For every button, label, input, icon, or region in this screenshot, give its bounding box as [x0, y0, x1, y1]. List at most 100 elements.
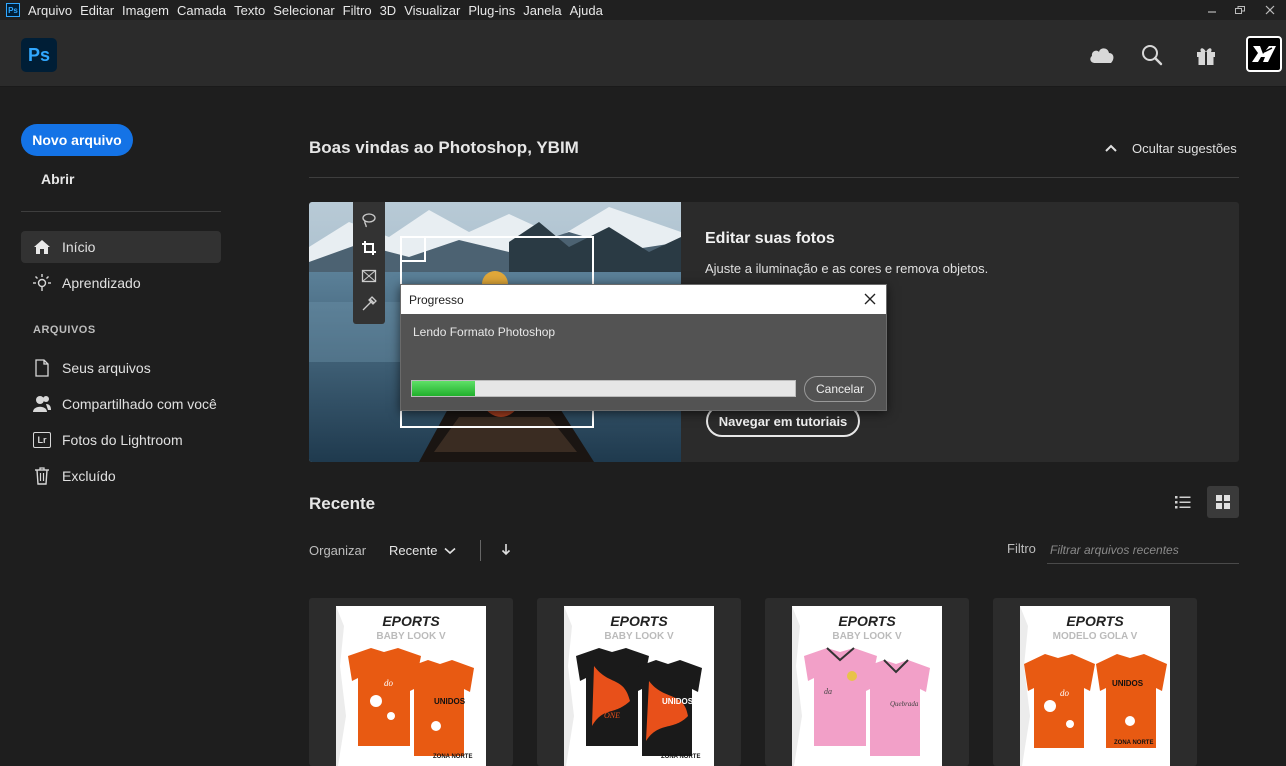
dialog-title-bar: Progresso: [401, 285, 886, 314]
lightbulb-icon: [32, 273, 52, 293]
toolbar-separator: [480, 540, 481, 561]
sidebar-item-label: Fotos do Lightroom: [62, 432, 183, 448]
sort-dropdown-value: Recente: [389, 543, 438, 558]
sidebar-item-home[interactable]: Início: [21, 231, 221, 263]
tool-strip: [353, 202, 385, 324]
list-view-button[interactable]: [1167, 486, 1199, 518]
recent-file-thumbnail[interactable]: EPORTS BABY LOOK V ONE UNIDOS ZONA NORTE: [537, 598, 741, 766]
filter-input[interactable]: [1047, 537, 1239, 564]
sidebar-item-label: Início: [62, 239, 96, 255]
dialog-message: Lendo Formato Photoshop: [413, 325, 556, 339]
grid-view-icon: [1216, 495, 1230, 509]
sidebar-item-deleted[interactable]: Excluído: [21, 460, 221, 492]
thumbnail-subtitle: MODELO GOLA V: [1053, 631, 1138, 642]
crop-tool-icon: [359, 238, 379, 258]
progress-dialog: Progresso Lendo Formato Photoshop Cancel…: [400, 284, 887, 411]
sidebar-item-your-files[interactable]: Seus arquivos: [21, 352, 221, 384]
menu-arquivo[interactable]: Arquivo: [28, 3, 72, 18]
sort-direction-button[interactable]: [498, 541, 514, 559]
dialog-title: Progresso: [409, 293, 464, 307]
search-icon[interactable]: [1139, 42, 1165, 68]
progress-bar: [411, 380, 796, 397]
photoshop-logo[interactable]: Ps: [21, 38, 57, 72]
restore-icon: [1235, 6, 1245, 14]
hide-suggestions-label: Ocultar sugestões: [1132, 140, 1237, 156]
main-divider: [309, 177, 1239, 178]
arrow-down-icon: [501, 544, 511, 556]
gift-icon[interactable]: [1193, 42, 1219, 68]
sidebar-item-label: Compartilhado com você: [62, 396, 217, 412]
menu-bar: Ps Arquivo Editar Imagem Camada Texto Se…: [0, 0, 1286, 20]
sidebar-item-learn[interactable]: Aprendizado: [21, 267, 221, 299]
svg-text:ONE: ONE: [604, 711, 620, 720]
sidebar-item-lightroom[interactable]: Lr Fotos do Lightroom: [21, 424, 221, 456]
hide-suggestions-button[interactable]: Ocultar sugestões: [1104, 138, 1237, 158]
thumbnail-image: EPORTS BABY LOOK V do UNIDOS ZONA NORTE: [336, 606, 486, 766]
close-icon: [1265, 5, 1275, 15]
menu-editar[interactable]: Editar: [80, 3, 114, 18]
svg-text:do: do: [384, 678, 394, 688]
svg-text:da: da: [824, 687, 832, 696]
menu-3d[interactable]: 3D: [380, 3, 397, 18]
grid-view-button[interactable]: [1207, 486, 1239, 518]
recent-file-thumbnail[interactable]: EPORTS BABY LOOK V da Quebrada: [765, 598, 969, 766]
thumbnail-subtitle: BABY LOOK V: [376, 631, 446, 642]
eyedropper-tool-icon: [359, 294, 379, 314]
organize-label: Organizar: [309, 543, 367, 558]
menu-visualizar[interactable]: Visualizar: [404, 3, 460, 18]
thumbnail-title: EPORTS: [382, 613, 440, 629]
file-icon: [32, 358, 52, 378]
menu-texto[interactable]: Texto: [234, 3, 265, 18]
app-header: Ps: [0, 20, 1286, 87]
menu-ajuda[interactable]: Ajuda: [570, 3, 603, 18]
thumbnail-title: EPORTS: [1066, 613, 1124, 629]
svg-text:ZONA NORTE: ZONA NORTE: [661, 754, 700, 760]
filter-label: Filtro: [1007, 541, 1036, 556]
thumbnail-subtitle: BABY LOOK V: [832, 631, 902, 642]
photoshop-app-icon: Ps: [6, 3, 20, 17]
recent-file-thumbnail[interactable]: EPORTS MODELO GOLA V do UNIDOS ZONA NORT…: [993, 598, 1197, 766]
sort-dropdown[interactable]: Recente: [389, 543, 456, 558]
minimize-window-button[interactable]: [1198, 0, 1226, 20]
user-avatar[interactable]: [1246, 36, 1282, 72]
welcome-title: Boas vindas ao Photoshop, YBIM: [309, 138, 579, 157]
dialog-close-button[interactable]: [862, 291, 878, 307]
svg-text:ZONA NORTE: ZONA NORTE: [433, 754, 472, 760]
svg-text:do: do: [1060, 688, 1070, 698]
thumbnail-title: EPORTS: [610, 613, 668, 629]
thumbnail-title: EPORTS: [838, 613, 896, 629]
svg-text:UNIDOS: UNIDOS: [434, 697, 466, 706]
thumbnail-subtitle: BABY LOOK V: [604, 631, 674, 642]
recent-file-thumbnail[interactable]: EPORTS BABY LOOK V do UNIDOS ZONA NORTE: [309, 598, 513, 766]
cancel-button[interactable]: Cancelar: [804, 376, 876, 402]
svg-text:UNIDOS: UNIDOS: [1112, 679, 1144, 688]
close-window-button[interactable]: [1256, 0, 1284, 20]
menu-imagem[interactable]: Imagem: [122, 3, 169, 18]
thumbnail-image: EPORTS BABY LOOK V da Quebrada: [792, 606, 942, 766]
thumbnail-image: EPORTS MODELO GOLA V do UNIDOS ZONA NORT…: [1020, 606, 1170, 766]
chevron-down-icon: [444, 547, 456, 554]
close-icon: [864, 293, 876, 305]
frame-tool-icon: [359, 266, 379, 286]
progress-fill: [412, 381, 476, 396]
chevron-up-icon: [1105, 144, 1117, 152]
files-section-label: ARQUIVOS: [33, 324, 96, 336]
avatar-logo-icon: [1252, 46, 1276, 62]
lasso-tool-icon: [359, 210, 379, 230]
menu-camada[interactable]: Camada: [177, 3, 226, 18]
menu-janela[interactable]: Janela: [523, 3, 561, 18]
sidebar-item-label: Seus arquivos: [62, 360, 151, 376]
menu-filtro[interactable]: Filtro: [343, 3, 372, 18]
sidebar-item-shared[interactable]: Compartilhado com você: [21, 388, 221, 420]
open-button[interactable]: Abrir: [41, 171, 74, 187]
cloud-icon[interactable]: [1089, 42, 1115, 68]
trash-icon: [32, 466, 52, 486]
svg-text:ZONA NORTE: ZONA NORTE: [1114, 740, 1153, 746]
sidebar-item-label: Excluído: [62, 468, 116, 484]
shared-users-icon: [32, 394, 52, 414]
restore-window-button[interactable]: [1226, 0, 1254, 20]
new-file-button[interactable]: Novo arquivo: [21, 124, 133, 156]
menu-selecionar[interactable]: Selecionar: [273, 3, 334, 18]
menu-plugins[interactable]: Plug-ins: [468, 3, 515, 18]
card-title: Editar suas fotos: [705, 230, 835, 247]
